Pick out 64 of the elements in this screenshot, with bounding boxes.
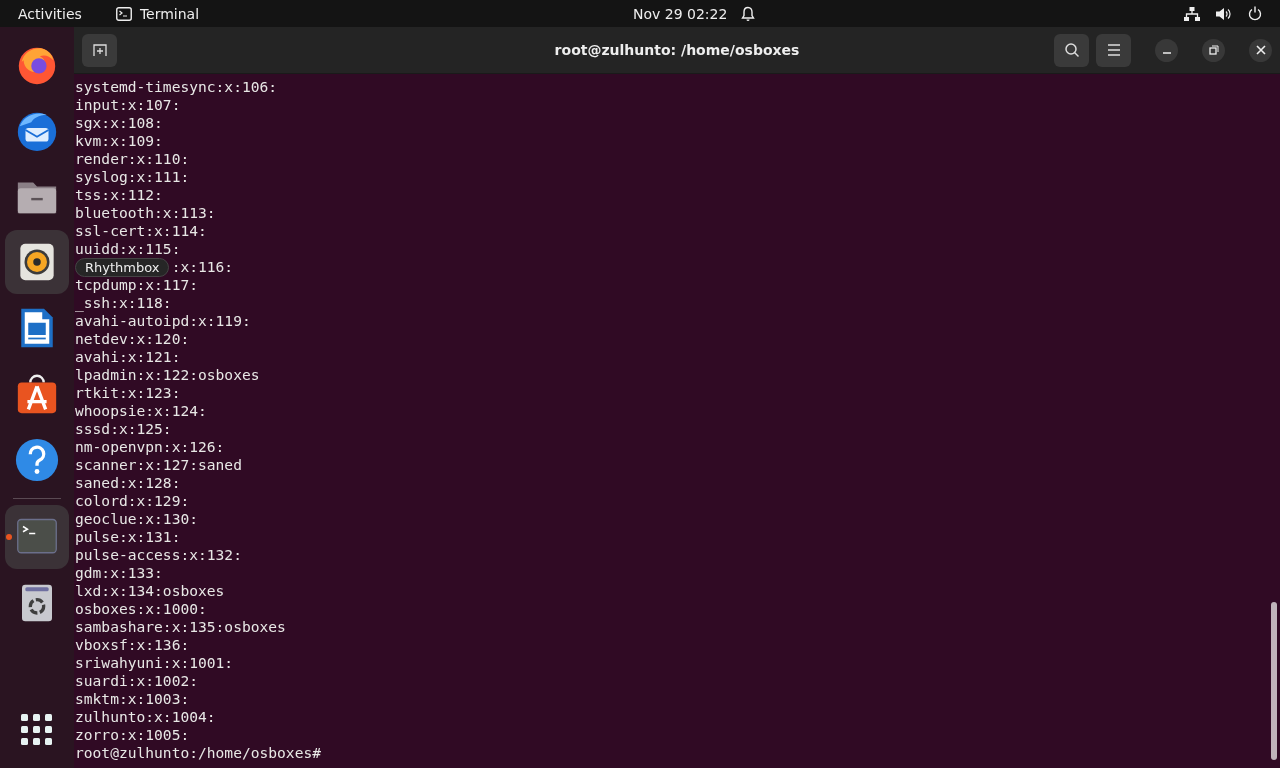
- terminal-line: saned:x:128:: [75, 474, 181, 491]
- network-icon[interactable]: [1184, 6, 1200, 21]
- terminal-line: suardi:x:1002:: [75, 672, 198, 689]
- help-icon: [14, 437, 60, 483]
- terminal-line: kvm:x:109:: [75, 132, 163, 149]
- terminal-line: rtkit:x:123:: [75, 384, 181, 401]
- search-button[interactable]: [1054, 33, 1089, 67]
- terminal-line: sriwahyuni:x:1001:: [75, 654, 234, 671]
- new-tab-button[interactable]: [82, 33, 117, 67]
- terminal-line: zorro:x:1005:: [75, 726, 190, 743]
- terminal-line: _ssh:x:118:: [75, 294, 172, 311]
- terminal-line: root@zulhunto:/home/osboxes#: [75, 744, 321, 761]
- minimize-button[interactable]: [1155, 38, 1178, 62]
- terminal-line: bluetooth:x:113:: [75, 204, 216, 221]
- terminal-line: geoclue:x:130:: [75, 510, 198, 527]
- terminal-line: lxd:x:134:osboxes: [75, 582, 225, 599]
- terminal-line: gdm:x:133:: [75, 564, 163, 581]
- terminal-line: systemd-timesync:x:106:: [75, 78, 278, 95]
- terminal-line: input:x:107:: [75, 96, 181, 113]
- clock[interactable]: Nov 29 02:22: [633, 5, 728, 22]
- terminal-line: pulse:x:131:: [75, 528, 181, 545]
- terminal-line: osboxes:x:1000:: [75, 600, 207, 617]
- close-button[interactable]: [1249, 38, 1272, 62]
- terminal-line: scanner:x:127:saned: [75, 456, 242, 473]
- terminal-line: ssl-cert:x:114:: [75, 222, 207, 239]
- menu-button[interactable]: [1096, 33, 1131, 67]
- terminal-line: pulse-access:x:132:: [75, 546, 242, 563]
- terminal-line: uuidd:x:115:: [75, 240, 181, 257]
- scrollbar[interactable]: [1271, 602, 1277, 760]
- terminal-line: syslog:x:111:: [75, 168, 190, 185]
- terminal-line: avahi:x:121:: [75, 348, 181, 365]
- search-icon: [1063, 42, 1080, 58]
- dock-item[interactable]: [5, 230, 69, 294]
- app-menu[interactable]: Terminal: [139, 5, 200, 22]
- terminal-line: lpadmin:x:122:osboxes: [75, 366, 260, 383]
- terminal-line: sambashare:x:135:osboxes: [75, 618, 286, 635]
- terminal-line: colord:x:129:: [75, 492, 190, 509]
- terminal-line: smktm:x:1003:: [75, 690, 190, 707]
- terminal-line: nm-openvpn:x:126:: [75, 438, 225, 455]
- restore-button[interactable]: [1202, 38, 1225, 62]
- terminal-line: tcpdump:x:117:: [75, 276, 198, 293]
- terminal-line: sssd:x:125:: [75, 420, 172, 437]
- window-title: root@zulhunto: /home/osboxes: [554, 42, 800, 58]
- new-tab-icon: [92, 43, 107, 57]
- app-grid-icon: [21, 714, 53, 746]
- close-icon: [1255, 45, 1266, 55]
- terminal-line: whoopsie:x:124:: [75, 402, 207, 419]
- terminal-line: sgx:x:108:: [75, 114, 163, 131]
- restore-icon: [1208, 45, 1219, 55]
- terminal-line: avahi-autoipd:x:119:: [75, 312, 251, 329]
- activities-button[interactable]: Activities: [18, 5, 82, 22]
- terminal-line: vboxsf:x:136:: [75, 636, 190, 653]
- power-icon[interactable]: [1248, 6, 1262, 21]
- tooltip: Rhythmbox: [75, 258, 170, 277]
- bell-icon: [741, 5, 756, 22]
- terminal-line: netdev:x:120:: [75, 330, 190, 347]
- terminal-line: zulhunto:x:1004:: [75, 708, 216, 725]
- minimize-icon: [1161, 52, 1172, 54]
- terminal-line: render:x:110:: [75, 150, 190, 167]
- menu-icon: [1106, 44, 1121, 56]
- terminal-line: :x:116:: [171, 258, 234, 275]
- terminal-line: tss:x:112:: [75, 186, 163, 203]
- terminal-icon: [115, 6, 132, 21]
- volume-icon[interactable]: [1216, 6, 1232, 21]
